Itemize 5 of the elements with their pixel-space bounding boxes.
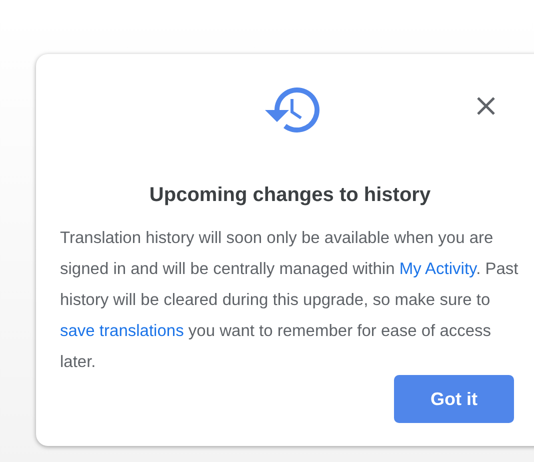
text-link[interactable]: save translations — [60, 322, 184, 340]
got-it-button[interactable]: Got it — [394, 375, 514, 423]
text-link[interactable]: My Activity — [399, 260, 476, 278]
dialog-message: Translation history will soon only be available when you are signed in and will be centrally managed within My Activity. Past history will be cleared during this upgrade, so make sure to save translations you want to remember for ease of access later. — [60, 228, 520, 373]
dialog-title: Upcoming changes to history — [148, 184, 432, 207]
